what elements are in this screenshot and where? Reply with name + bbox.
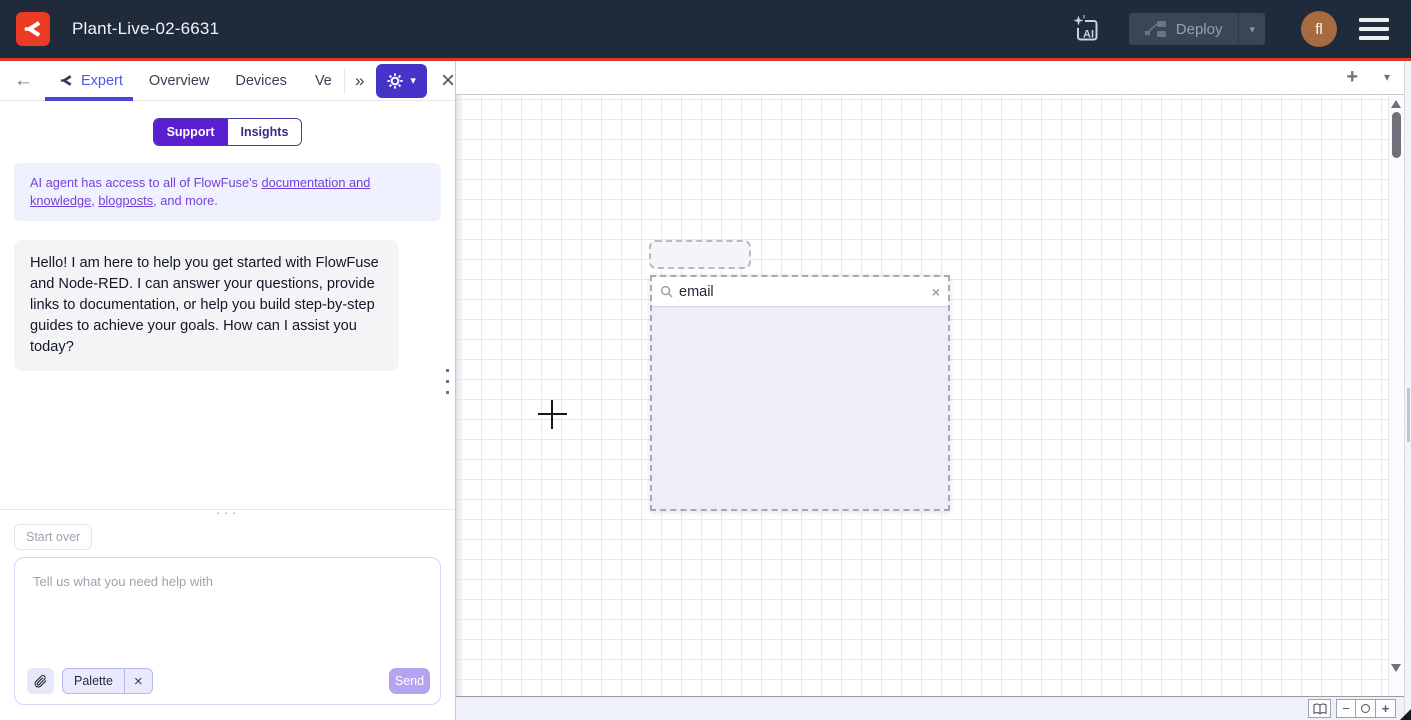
node-red-workspace: + ▾ × [456, 61, 1404, 720]
tab-overview-label: Overview [149, 73, 209, 89]
palette-context-chip: Palette × [62, 668, 153, 694]
map-icon [1313, 703, 1327, 715]
zoom-reset-icon [1361, 704, 1370, 713]
settings-dropdown-button[interactable]: ▾ [376, 64, 427, 98]
quick-add-search-row: × [652, 277, 948, 307]
mode-toggle: Support Insights [153, 118, 303, 146]
workspace-tabbar: + ▾ [456, 61, 1404, 95]
ai-access-notice: AI agent has access to all of FlowFuse's… [14, 163, 441, 221]
panel-resize-handle[interactable] [446, 369, 449, 394]
deploy-options-caret[interactable]: ▾ [1238, 13, 1265, 45]
burger-bar [1359, 27, 1389, 31]
back-arrow-icon[interactable]: ← [14, 70, 33, 92]
assistant-panel: ← Expert Overview Devices Ver » [0, 61, 456, 720]
tab-version-history-label: Ver [315, 73, 332, 89]
clear-search-icon[interactable]: × [932, 284, 940, 300]
node-search-input[interactable] [679, 284, 926, 300]
instance-title: Plant-Live-02-6631 [72, 19, 219, 39]
flow-canvas[interactable]: × [456, 95, 1404, 696]
zoom-controls: − + [1336, 699, 1396, 718]
start-over-button[interactable]: Start over [14, 524, 92, 550]
palette-chip-remove-icon[interactable]: × [124, 669, 152, 693]
deploy-node-icon [1145, 20, 1167, 38]
blogposts-link[interactable]: blogposts [98, 193, 153, 208]
composer-toolbar: Palette × Send [27, 668, 430, 694]
tab-version-history[interactable]: Ver [315, 73, 332, 89]
browser-scroll-thumb[interactable] [1407, 388, 1410, 442]
deploy-button[interactable]: Deploy [1129, 13, 1239, 45]
vertical-scroll-thumb[interactable] [1392, 112, 1401, 158]
notice-text: , and more. [153, 193, 218, 208]
user-avatar[interactable]: fl [1301, 11, 1337, 47]
canvas-edge-shade [456, 95, 462, 696]
zoom-out-button[interactable]: − [1336, 699, 1356, 718]
quick-add-results-list [652, 307, 948, 511]
palette-chip-label: Palette [63, 669, 124, 693]
flowfuse-mini-icon [59, 73, 74, 88]
main-menu-icon[interactable] [1359, 18, 1389, 40]
window-corner-wedge [1400, 709, 1411, 720]
flow-list-caret-icon[interactable]: ▾ [1384, 70, 1390, 84]
attach-file-button[interactable] [27, 668, 54, 694]
tab-overview[interactable]: Overview [149, 73, 209, 89]
deploy-button-group: Deploy ▾ [1129, 13, 1265, 45]
scroll-up-arrow-icon[interactable] [1391, 100, 1401, 108]
divider-resize-dots[interactable]: ··· [0, 504, 455, 521]
toggle-insights[interactable]: Insights [228, 119, 302, 145]
quick-add-node-dialog: × [650, 275, 950, 511]
tab-expert-label: Expert [81, 73, 123, 89]
composer-input[interactable] [27, 570, 430, 668]
tab-devices-label: Devices [235, 73, 287, 89]
tabbar-divider [344, 68, 345, 94]
send-button[interactable]: Send [389, 668, 430, 694]
zoom-in-button[interactable]: + [1376, 699, 1396, 718]
canvas-vertical-scrollbar[interactable] [1388, 96, 1403, 696]
svg-text:AI: AI [1083, 29, 1094, 41]
search-icon [660, 285, 673, 298]
flowfuse-logo-glyph [22, 18, 44, 40]
gear-icon [387, 73, 403, 89]
tab-expert[interactable]: Expert [59, 73, 123, 89]
burger-bar [1359, 18, 1389, 22]
message-composer: Palette × Send [14, 557, 441, 705]
add-flow-icon[interactable]: + [1346, 66, 1358, 89]
deploy-label: Deploy [1176, 21, 1223, 38]
ai-assistant-icon[interactable]: x AI [1069, 12, 1103, 46]
flowfuse-app-window: Plant-Live-02-6631 x AI Deploy ▾ [0, 0, 1411, 720]
flowfuse-logo-icon[interactable] [16, 12, 50, 46]
crosshair-cursor [551, 400, 553, 429]
mode-toggle-wrap: Support Insights [0, 118, 455, 146]
workspace-footer: − + [456, 696, 1404, 720]
scroll-down-arrow-icon[interactable] [1391, 664, 1401, 672]
close-panel-icon[interactable]: × [441, 69, 455, 93]
gear-caret-icon: ▾ [410, 74, 416, 87]
assistant-message-bubble: Hello! I am here to help you get started… [14, 240, 399, 371]
node-placeholder-ghost [649, 240, 751, 269]
toggle-support[interactable]: Support [154, 119, 228, 145]
burger-bar [1359, 36, 1389, 40]
ai-icon-glyph: x AI [1071, 14, 1101, 44]
zoom-reset-button[interactable] [1356, 699, 1376, 718]
paperclip-icon [33, 674, 48, 689]
notice-text: AI agent has access to all of FlowFuse's [30, 175, 261, 190]
assistant-tabbar: ← Expert Overview Devices Ver » [0, 61, 455, 101]
browser-scrollbar[interactable] [1404, 61, 1411, 720]
more-tabs-chevron-icon[interactable]: » [355, 71, 364, 91]
tab-devices[interactable]: Devices [235, 73, 287, 89]
top-header-bar: Plant-Live-02-6631 x AI Deploy ▾ [0, 0, 1411, 58]
svg-text:x: x [1082, 15, 1085, 21]
navigator-button[interactable] [1308, 699, 1331, 718]
